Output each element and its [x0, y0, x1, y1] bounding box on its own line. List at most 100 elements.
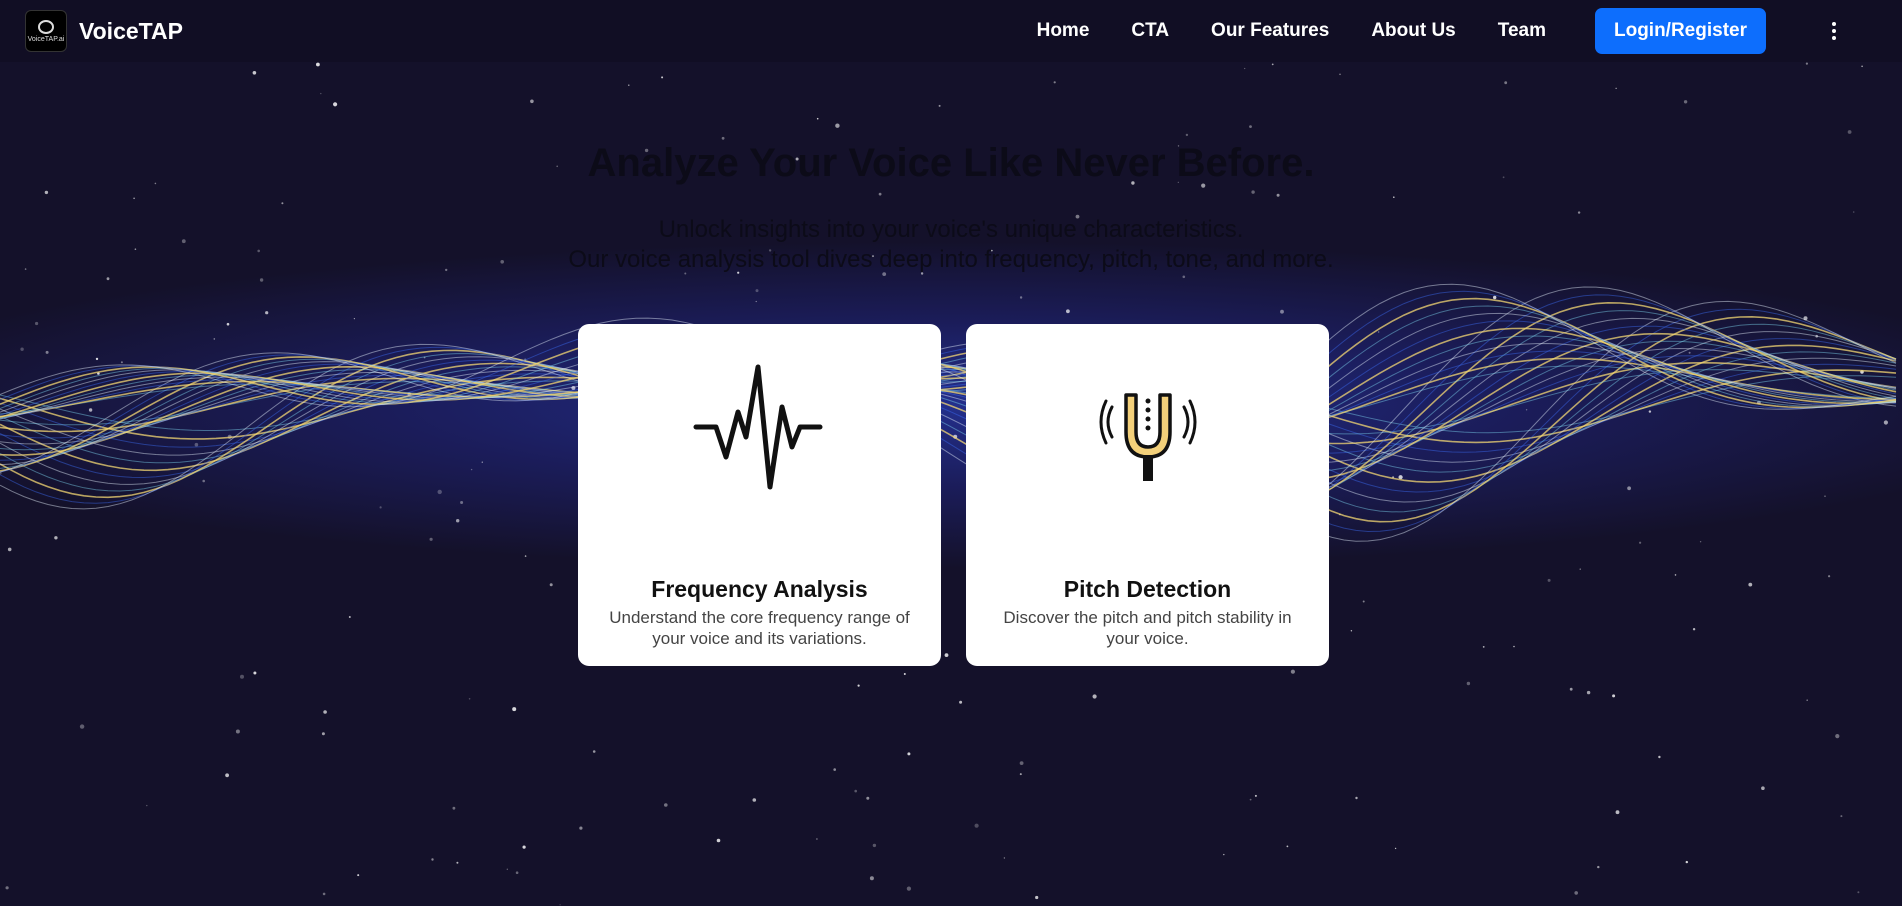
hero-subtitle-line-2: Our voice analysis tool dives deep into …	[568, 246, 1334, 273]
star	[88, 408, 93, 412]
star	[1493, 295, 1497, 300]
logo-icon	[38, 19, 54, 34]
star	[938, 104, 941, 107]
kebab-menu-icon[interactable]	[1822, 16, 1846, 46]
brand-name[interactable]: VoiceTAP	[79, 18, 183, 45]
star	[579, 826, 583, 830]
nav-link-about-us[interactable]: About Us	[1371, 20, 1455, 42]
star	[530, 99, 534, 104]
star	[429, 537, 433, 541]
star	[225, 773, 230, 778]
star	[854, 789, 857, 793]
star	[1249, 125, 1252, 128]
star	[1658, 755, 1661, 759]
star	[357, 874, 360, 877]
brand[interactable]: VoiceTAP.ai VoiceTAP	[25, 10, 183, 52]
waveform-icon	[685, 357, 835, 497]
star	[1286, 845, 1289, 848]
star	[628, 84, 630, 86]
star	[95, 357, 99, 361]
star	[1066, 309, 1070, 314]
star	[549, 583, 553, 587]
star	[20, 347, 24, 351]
star	[431, 858, 434, 861]
star	[1597, 865, 1600, 869]
star	[146, 804, 148, 807]
star	[974, 823, 979, 828]
star	[755, 300, 757, 303]
star	[1569, 687, 1573, 691]
star	[1019, 773, 1022, 776]
hero-title: Analyze Your Voice Like Never Before.	[587, 141, 1315, 185]
star	[1019, 761, 1024, 765]
star	[235, 729, 240, 734]
star	[755, 289, 759, 293]
star	[7, 547, 12, 552]
star	[1861, 65, 1863, 68]
star	[1761, 786, 1765, 790]
star	[460, 501, 464, 504]
star	[79, 724, 85, 729]
star	[353, 318, 355, 320]
star	[835, 123, 840, 128]
feature-title: Pitch Detection	[1063, 576, 1232, 602]
star	[1393, 196, 1395, 198]
star	[1852, 211, 1855, 213]
star	[1835, 734, 1840, 739]
navbar: VoiceTAP.ai VoiceTAP Home CTA Our Featur…	[0, 0, 1902, 62]
star	[194, 442, 199, 447]
star	[1586, 690, 1591, 695]
star	[1857, 891, 1860, 894]
login-register-button[interactable]: Login/Register	[1594, 8, 1766, 54]
star	[379, 506, 382, 509]
feature-card-pitch-detection[interactable]: Pitch Detection Discover the pitch and p…	[966, 324, 1329, 666]
star	[240, 674, 244, 679]
star	[1806, 699, 1808, 701]
star	[906, 886, 912, 891]
star	[524, 555, 527, 557]
star	[281, 202, 284, 205]
star	[752, 798, 757, 802]
star	[872, 843, 877, 848]
star	[592, 750, 596, 753]
star	[959, 700, 963, 704]
feature-description: Discover the pitch and pitch stability i…	[1003, 608, 1292, 648]
star	[45, 350, 49, 354]
star	[721, 136, 725, 140]
nav-link-cta[interactable]: CTA	[1131, 20, 1169, 42]
logo[interactable]: VoiceTAP.ai	[25, 10, 67, 52]
star	[35, 321, 39, 326]
star	[1223, 853, 1225, 856]
hero-subtitle-line-1: Unlock insights into your voice's unique…	[658, 216, 1244, 243]
star	[1692, 628, 1696, 631]
star	[1053, 81, 1056, 84]
feature-card-frequency-analysis[interactable]: Frequency Analysis Understand the core f…	[578, 324, 941, 666]
star	[1244, 67, 1246, 70]
star	[1648, 410, 1652, 413]
sound-wave-illustration	[0, 62, 1897, 906]
star	[907, 752, 911, 756]
star	[661, 76, 664, 79]
star	[1688, 351, 1691, 354]
nav-link-team[interactable]: Team	[1498, 20, 1546, 42]
star	[506, 868, 508, 870]
star	[259, 278, 264, 282]
star	[816, 838, 818, 840]
star	[106, 277, 110, 281]
star	[320, 92, 322, 95]
wave-line	[0, 308, 1897, 533]
star	[869, 876, 874, 881]
star	[1182, 275, 1186, 279]
star	[1627, 486, 1631, 491]
star	[1577, 211, 1581, 214]
star	[1805, 62, 1808, 65]
nav-link-home[interactable]: Home	[1037, 20, 1090, 42]
star	[1504, 81, 1508, 85]
star	[1019, 296, 1023, 299]
star	[1482, 646, 1485, 648]
nav-link-our-features[interactable]: Our Features	[1211, 20, 1329, 42]
feature-description: Understand the core frequency range of y…	[609, 608, 910, 648]
star	[1290, 669, 1295, 674]
star	[481, 461, 483, 463]
star	[1339, 73, 1341, 76]
